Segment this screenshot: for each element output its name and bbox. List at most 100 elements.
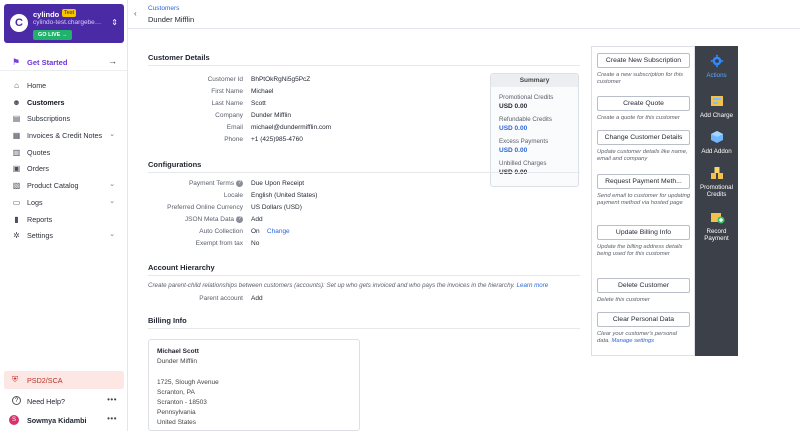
sidebar-item-product-catalog[interactable]: ▧ Product Catalog ⌄ <box>0 178 127 195</box>
get-started-link[interactable]: ⚑ Get Started → <box>0 53 127 71</box>
sidebar: C cylindo Test cylindo-test.chargebee.co… <box>0 0 128 431</box>
sidebar-nav: ⌂ Home ☻ Customers ▤ Subscriptions ▦ Invoice… <box>0 78 127 245</box>
field-currency: Preferred Online Currency US Dollars (USD… <box>128 204 488 214</box>
rail-promotional-credits[interactable]: Promotional Credits <box>695 166 738 198</box>
sidebar-item-invoices[interactable]: ▦ Invoices & Credit Notes ⌄ <box>0 128 127 145</box>
rail-add-addon[interactable]: Add Addon <box>695 130 738 155</box>
sidebar-item-logs[interactable]: ▭ Logs ⌄ <box>0 195 127 212</box>
sidebar-item-orders[interactable]: ▣ Orders <box>0 161 127 178</box>
sidebar-item-label: Logs <box>27 197 43 207</box>
field-label: Exempt from tax <box>195 240 243 247</box>
sidebar-item-label: Settings <box>27 231 53 241</box>
test-badge: Test <box>62 9 77 17</box>
psd2-sca-link[interactable]: ⛨ PSD2/SCA <box>4 371 124 389</box>
user-name: Sowmya Kidambi <box>27 416 87 425</box>
add-json-link[interactable]: Add <box>251 216 263 223</box>
field-label: Customer Id <box>207 76 243 83</box>
action-rail: Actions Add Charge Add Addon Promotional… <box>695 46 738 356</box>
billing-address-line: United States <box>157 419 197 426</box>
create-quote-button[interactable]: Create Quote <box>597 96 690 111</box>
create-subscription-button[interactable]: Create New Subscription <box>597 53 690 68</box>
summary-label: Promotional Credits <box>499 94 554 101</box>
rail-label: Promotional Credits <box>699 184 734 198</box>
divider <box>148 328 580 329</box>
brand-logo: C <box>10 14 28 32</box>
more-icon[interactable]: ••• <box>107 395 117 404</box>
reports-icon: ▮ <box>14 214 19 224</box>
logs-icon: ▭ <box>12 197 21 207</box>
manage-settings-link[interactable]: Manage settings <box>612 338 655 344</box>
back-icon[interactable]: ‹ <box>134 9 137 18</box>
action-description: Delete this customer <box>597 297 650 303</box>
sidebar-item-label: Product Catalog <box>27 181 79 191</box>
rail-actions[interactable]: Actions <box>695 54 738 79</box>
sidebar-item-customers[interactable]: ☻ Customers <box>0 95 127 112</box>
breadcrumb[interactable]: Customers <box>148 5 179 12</box>
sidebar-item-label: Home <box>27 81 47 90</box>
action-description: Send email to customer for updating paym… <box>597 193 691 207</box>
field-value: Due Upon Receipt <box>251 180 305 187</box>
field-parent-account: Parent account Add <box>128 295 488 305</box>
sidebar-item-quotes[interactable]: ▥ Quotes <box>0 145 127 162</box>
sidebar-item-reports[interactable]: ▮ Reports <box>0 212 127 229</box>
go-live-button[interactable]: GO LIVE → <box>33 30 73 40</box>
field-locale: Locale English (United States) <box>128 192 488 202</box>
field-email: Email michael@dundermifflin.com <box>128 124 488 134</box>
field-customer-id: Customer Id BhPtOkRgNi5g5PcZ <box>128 76 488 86</box>
billing-address-line: Scranton - 18503 <box>157 399 207 406</box>
configurations-heading: Configurations <box>148 160 202 169</box>
rail-label: Add Charge <box>699 112 734 119</box>
avatar: S <box>9 415 19 425</box>
summary-card: Summary Promotional Credits USD 0.00 ? R… <box>490 73 612 187</box>
add-parent-link[interactable]: Add <box>251 295 263 302</box>
field-value: BhPtOkRgNi5g5PcZ <box>251 76 311 83</box>
change-customer-details-button[interactable]: Change Customer Details <box>597 130 690 145</box>
field-json-meta: JSON Meta Data? Add <box>128 216 488 226</box>
field-label: Auto Collection <box>199 228 243 235</box>
summary-heading: Summary <box>491 74 578 87</box>
quotes-icon: ▥ <box>12 147 21 157</box>
chevron-down-icon: ⌄ <box>109 197 115 205</box>
delete-customer-button[interactable]: Delete Customer <box>597 278 690 293</box>
add-addon-icon <box>710 131 723 143</box>
help-icon[interactable]: ? <box>236 216 243 223</box>
update-billing-info-button[interactable]: Update Billing Info <box>597 225 690 240</box>
customer-details-heading: Customer Details <box>148 53 210 62</box>
sidebar-item-label: Subscriptions <box>27 114 71 124</box>
request-payment-method-button[interactable]: Request Payment Meth... <box>597 174 690 189</box>
page-header: ‹ Customers Dunder Mifflin <box>128 0 800 29</box>
summary-excess-payments: Excess Payments USD 0.00 ? <box>499 138 607 154</box>
summary-value-link[interactable]: USD 0.00 <box>499 125 552 132</box>
field-value: US Dollars (USD) <box>251 204 302 211</box>
sidebar-item-label: Reports <box>27 214 53 224</box>
summary-value-link[interactable]: USD 0.00 <box>499 147 548 154</box>
need-help-link[interactable]: ? Need Help? ••• <box>0 393 127 409</box>
change-auto-collection-link[interactable]: Change <box>267 228 290 235</box>
sidebar-item-home[interactable]: ⌂ Home <box>0 78 127 95</box>
divider <box>148 172 580 173</box>
field-auto-collection: Auto Collection On Change <box>128 228 488 238</box>
record-payment-icon <box>710 213 724 224</box>
sidebar-item-subscriptions[interactable]: ▤ Subscriptions <box>0 111 127 128</box>
catalog-icon: ▧ <box>12 181 21 191</box>
site-switcher[interactable]: C cylindo Test cylindo-test.chargebee.co… <box>4 4 124 43</box>
help-icon: ? <box>12 396 21 405</box>
divider <box>148 65 580 66</box>
account-hierarchy-heading: Account Hierarchy <box>148 263 215 272</box>
gear-icon <box>710 54 723 68</box>
flag-icon: ⚑ <box>12 57 21 67</box>
hierarchy-description: Create parent-child relationships betwee… <box>148 282 548 289</box>
learn-more-link[interactable]: Learn more <box>517 282 549 289</box>
user-menu[interactable]: S Sowmya Kidambi ••• <box>0 412 127 428</box>
field-value: No <box>251 240 260 247</box>
summary-unbilled-charges: Unbilled Charges USD 0.00 ? <box>499 160 605 176</box>
rail-add-charge[interactable]: Add Charge <box>695 94 738 119</box>
clear-personal-data-button[interactable]: Clear Personal Data <box>597 312 690 327</box>
more-icon[interactable]: ••• <box>107 414 117 423</box>
sidebar-item-settings[interactable]: ✲ Settings ⌄ <box>0 228 127 245</box>
field-label: Parent account <box>199 295 243 302</box>
shield-icon: ⛨ <box>12 375 18 384</box>
help-icon[interactable]: ? <box>236 180 243 187</box>
rail-record-payment[interactable]: Record Payment <box>695 210 738 242</box>
field-exempt-tax: Exempt from tax No <box>128 240 488 250</box>
